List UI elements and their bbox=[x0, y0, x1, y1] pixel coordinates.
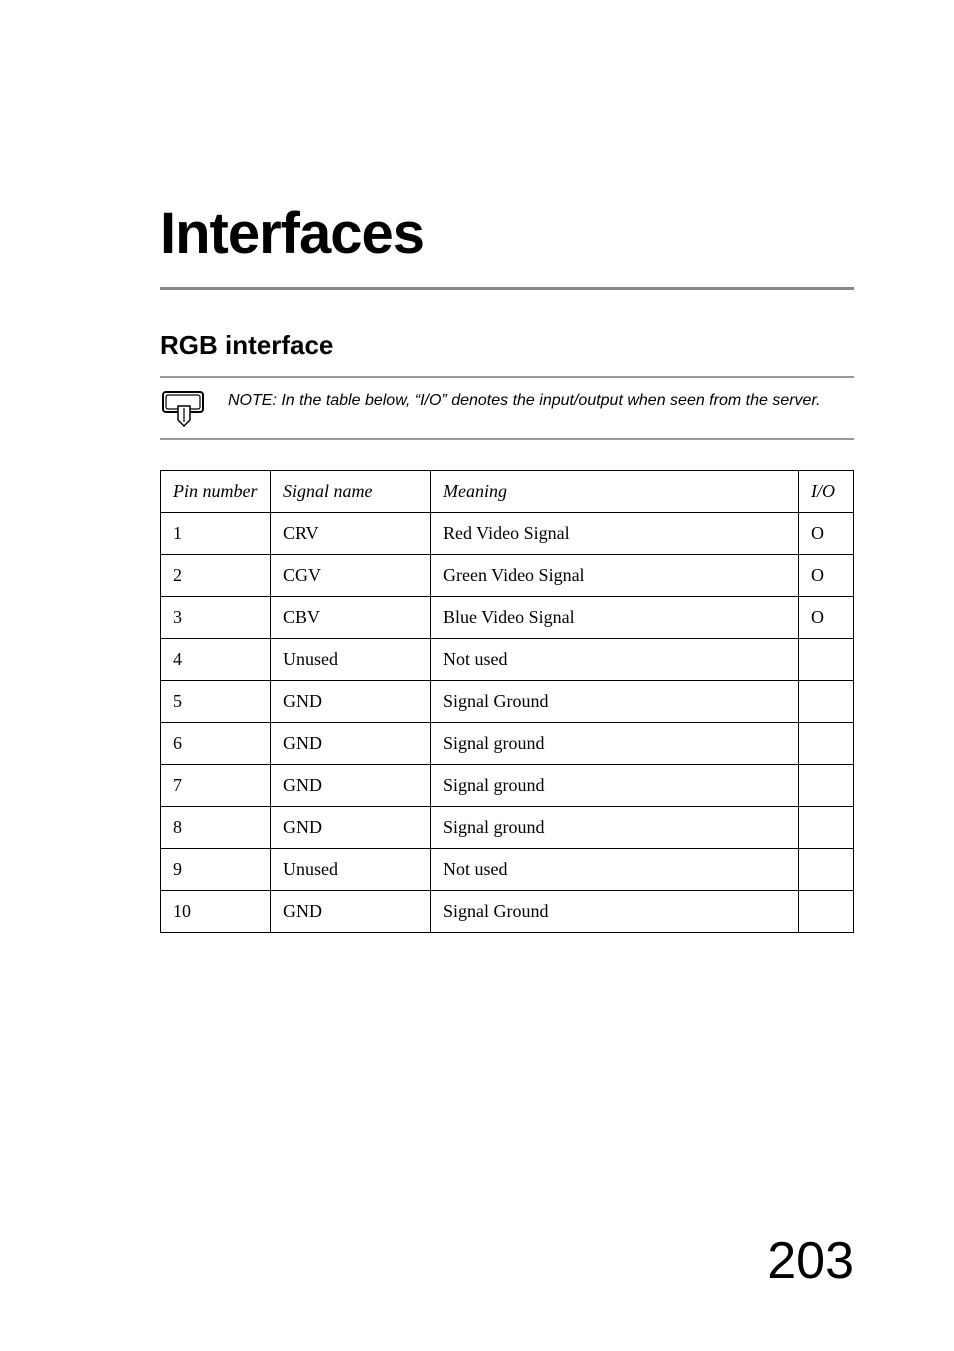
cell-pin: 8 bbox=[161, 807, 271, 849]
table-header-row: Pin number Signal name Meaning I/O bbox=[161, 471, 854, 513]
cell-pin: 7 bbox=[161, 765, 271, 807]
cell-io: O bbox=[799, 555, 854, 597]
cell-meaning: Not used bbox=[431, 849, 799, 891]
cell-meaning: Signal ground bbox=[431, 765, 799, 807]
table-row: 2 CGV Green Video Signal O bbox=[161, 555, 854, 597]
table-row: 3 CBV Blue Video Signal O bbox=[161, 597, 854, 639]
cell-signal: GND bbox=[271, 765, 431, 807]
table-row: 4 Unused Not used bbox=[161, 639, 854, 681]
cell-pin: 2 bbox=[161, 555, 271, 597]
section-heading: RGB interface bbox=[160, 330, 854, 361]
cell-signal: CGV bbox=[271, 555, 431, 597]
note-hand-icon bbox=[160, 388, 208, 428]
cell-io bbox=[799, 681, 854, 723]
header-signal: Signal name bbox=[271, 471, 431, 513]
cell-meaning: Green Video Signal bbox=[431, 555, 799, 597]
note-text: NOTE: In the table below, “I/O” denotes … bbox=[228, 388, 821, 412]
pin-table: Pin number Signal name Meaning I/O 1 CRV… bbox=[160, 470, 854, 933]
cell-signal: GND bbox=[271, 723, 431, 765]
cell-io bbox=[799, 849, 854, 891]
page-title: Interfaces bbox=[160, 200, 854, 267]
header-io: I/O bbox=[799, 471, 854, 513]
title-rule bbox=[160, 287, 854, 290]
cell-meaning: Signal ground bbox=[431, 723, 799, 765]
table-row: 10 GND Signal Ground bbox=[161, 891, 854, 933]
cell-meaning: Signal Ground bbox=[431, 891, 799, 933]
cell-meaning: Not used bbox=[431, 639, 799, 681]
cell-meaning: Signal Ground bbox=[431, 681, 799, 723]
cell-io bbox=[799, 765, 854, 807]
table-row: 6 GND Signal ground bbox=[161, 723, 854, 765]
cell-pin: 1 bbox=[161, 513, 271, 555]
cell-io bbox=[799, 891, 854, 933]
cell-meaning: Blue Video Signal bbox=[431, 597, 799, 639]
cell-pin: 9 bbox=[161, 849, 271, 891]
note-block: NOTE: In the table below, “I/O” denotes … bbox=[160, 376, 854, 440]
table-row: 7 GND Signal ground bbox=[161, 765, 854, 807]
cell-pin: 4 bbox=[161, 639, 271, 681]
table-row: 8 GND Signal ground bbox=[161, 807, 854, 849]
cell-io bbox=[799, 639, 854, 681]
table-row: 1 CRV Red Video Signal O bbox=[161, 513, 854, 555]
cell-io bbox=[799, 723, 854, 765]
cell-meaning: Red Video Signal bbox=[431, 513, 799, 555]
cell-signal: GND bbox=[271, 891, 431, 933]
cell-io: O bbox=[799, 513, 854, 555]
cell-signal: GND bbox=[271, 681, 431, 723]
cell-pin: 5 bbox=[161, 681, 271, 723]
table-body: 1 CRV Red Video Signal O 2 CGV Green Vid… bbox=[161, 513, 854, 933]
cell-io: O bbox=[799, 597, 854, 639]
header-pin: Pin number bbox=[161, 471, 271, 513]
table-row: 5 GND Signal Ground bbox=[161, 681, 854, 723]
cell-signal: Unused bbox=[271, 639, 431, 681]
table-row: 9 Unused Not used bbox=[161, 849, 854, 891]
cell-signal: CBV bbox=[271, 597, 431, 639]
cell-pin: 3 bbox=[161, 597, 271, 639]
cell-signal: GND bbox=[271, 807, 431, 849]
cell-signal: Unused bbox=[271, 849, 431, 891]
header-meaning: Meaning bbox=[431, 471, 799, 513]
cell-meaning: Signal ground bbox=[431, 807, 799, 849]
cell-pin: 10 bbox=[161, 891, 271, 933]
cell-signal: CRV bbox=[271, 513, 431, 555]
cell-io bbox=[799, 807, 854, 849]
page-number: 203 bbox=[767, 1231, 854, 1291]
cell-pin: 6 bbox=[161, 723, 271, 765]
